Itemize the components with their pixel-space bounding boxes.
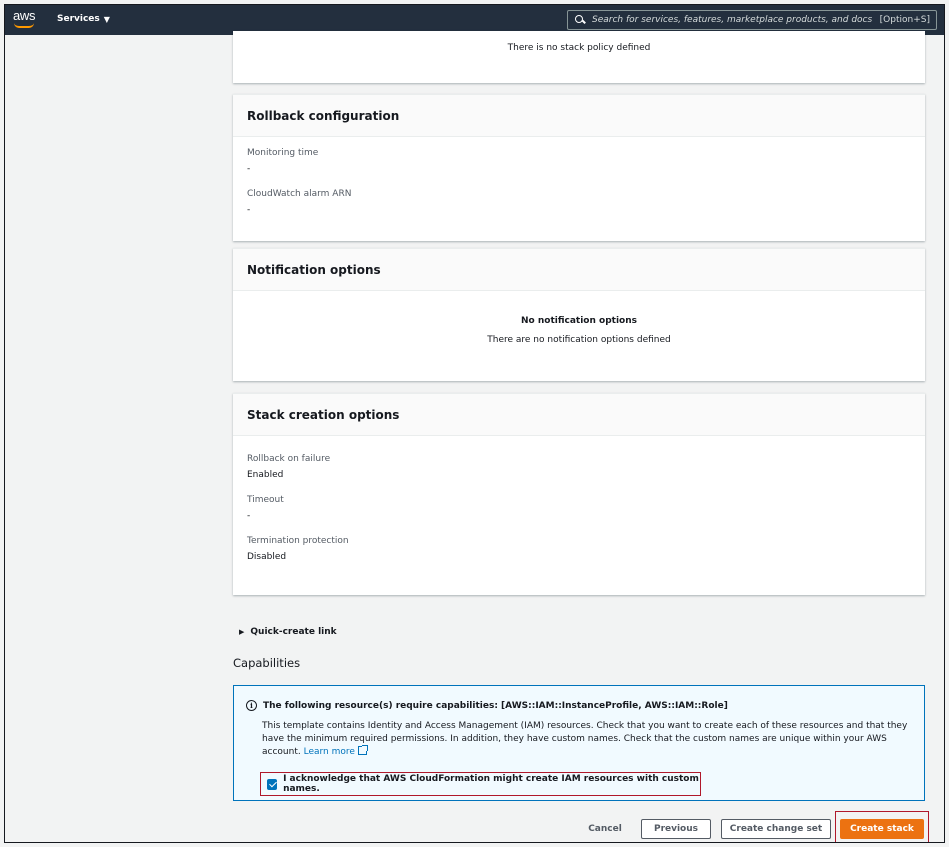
aws-logo-text: aws (13, 8, 36, 23)
timeout-field: Timeout - (233, 495, 925, 521)
monitoring-time-value: - (247, 164, 251, 174)
browser-frame: aws Services ▼ [Option+S] There is no st… (4, 4, 945, 843)
learn-more-label: Learn more (303, 747, 355, 757)
rollback-configuration-title: Rollback configuration (233, 95, 925, 137)
search-bar[interactable]: [Option+S] (567, 10, 937, 30)
external-link-icon (357, 745, 368, 755)
termination-protection-label: Termination protection (247, 536, 349, 546)
quick-create-link-label: Quick-create link (250, 627, 337, 637)
cloudwatch-alarm-field: CloudWatch alarm ARN - (233, 189, 925, 215)
cloudwatch-alarm-label: CloudWatch alarm ARN (247, 189, 352, 199)
capabilities-title: Capabilities (233, 656, 301, 670)
alert-heading: i The following resource(s) require capa… (246, 700, 728, 711)
notification-options-title: Notification options (233, 249, 925, 291)
previous-button[interactable]: Previous (641, 819, 711, 839)
services-label: Services (57, 14, 100, 24)
search-shortcut: [Option+S] (879, 15, 930, 25)
cancel-button[interactable]: Cancel (583, 819, 627, 839)
alert-heading-text: The following resource(s) require capabi… (263, 700, 728, 711)
monitoring-time-label: Monitoring time (247, 148, 319, 158)
notification-options-panel: Notification options No notification opt… (233, 248, 925, 381)
aws-smile-icon (14, 23, 34, 28)
no-notification-message: There are no notification options define… (487, 335, 671, 345)
no-notification-title: No notification options (521, 316, 637, 326)
checkbox-checked-icon[interactable] (267, 778, 278, 790)
search-icon (574, 14, 586, 26)
search-input[interactable] (592, 15, 874, 25)
learn-more-link[interactable]: Learn more (303, 745, 368, 757)
caret-down-icon: ▼ (103, 14, 110, 24)
stack-policy-message: There is no stack policy defined (507, 43, 651, 53)
termination-protection-value: Disabled (247, 552, 287, 562)
monitoring-time-field: Monitoring time - (233, 148, 925, 174)
quick-create-link-expander[interactable]: ▶ Quick-create link (239, 627, 337, 637)
stack-policy-panel: There is no stack policy defined (233, 31, 925, 83)
termination-protection-field: Termination protection Disabled (233, 536, 925, 562)
timeout-label: Timeout (247, 495, 284, 505)
capabilities-alert: i The following resource(s) require capa… (233, 685, 925, 801)
acknowledge-checkbox[interactable]: I acknowledge that AWS CloudFormation mi… (260, 772, 701, 796)
rollback-on-failure-label: Rollback on failure (247, 454, 331, 464)
info-icon: i (246, 700, 257, 711)
cloudwatch-alarm-value: - (247, 205, 251, 215)
stack-creation-options-title: Stack creation options (233, 394, 925, 436)
stack-creation-options-panel: Stack creation options Rollback on failu… (233, 393, 925, 595)
aws-logo[interactable]: aws (13, 8, 39, 30)
services-menu[interactable]: Services ▼ (57, 14, 110, 24)
acknowledge-label: I acknowledge that AWS CloudFormation mi… (283, 774, 699, 794)
caret-right-icon: ▶ (239, 628, 245, 636)
rollback-on-failure-field: Rollback on failure Enabled (233, 454, 925, 480)
alert-body: This template contains Identity and Acce… (262, 720, 912, 759)
rollback-configuration-panel: Rollback configuration Monitoring time -… (233, 94, 925, 241)
rollback-on-failure-value: Enabled (247, 470, 284, 480)
create-stack-button[interactable]: Create stack (840, 819, 924, 839)
timeout-value: - (247, 511, 251, 521)
create-change-set-button[interactable]: Create change set (721, 819, 831, 839)
